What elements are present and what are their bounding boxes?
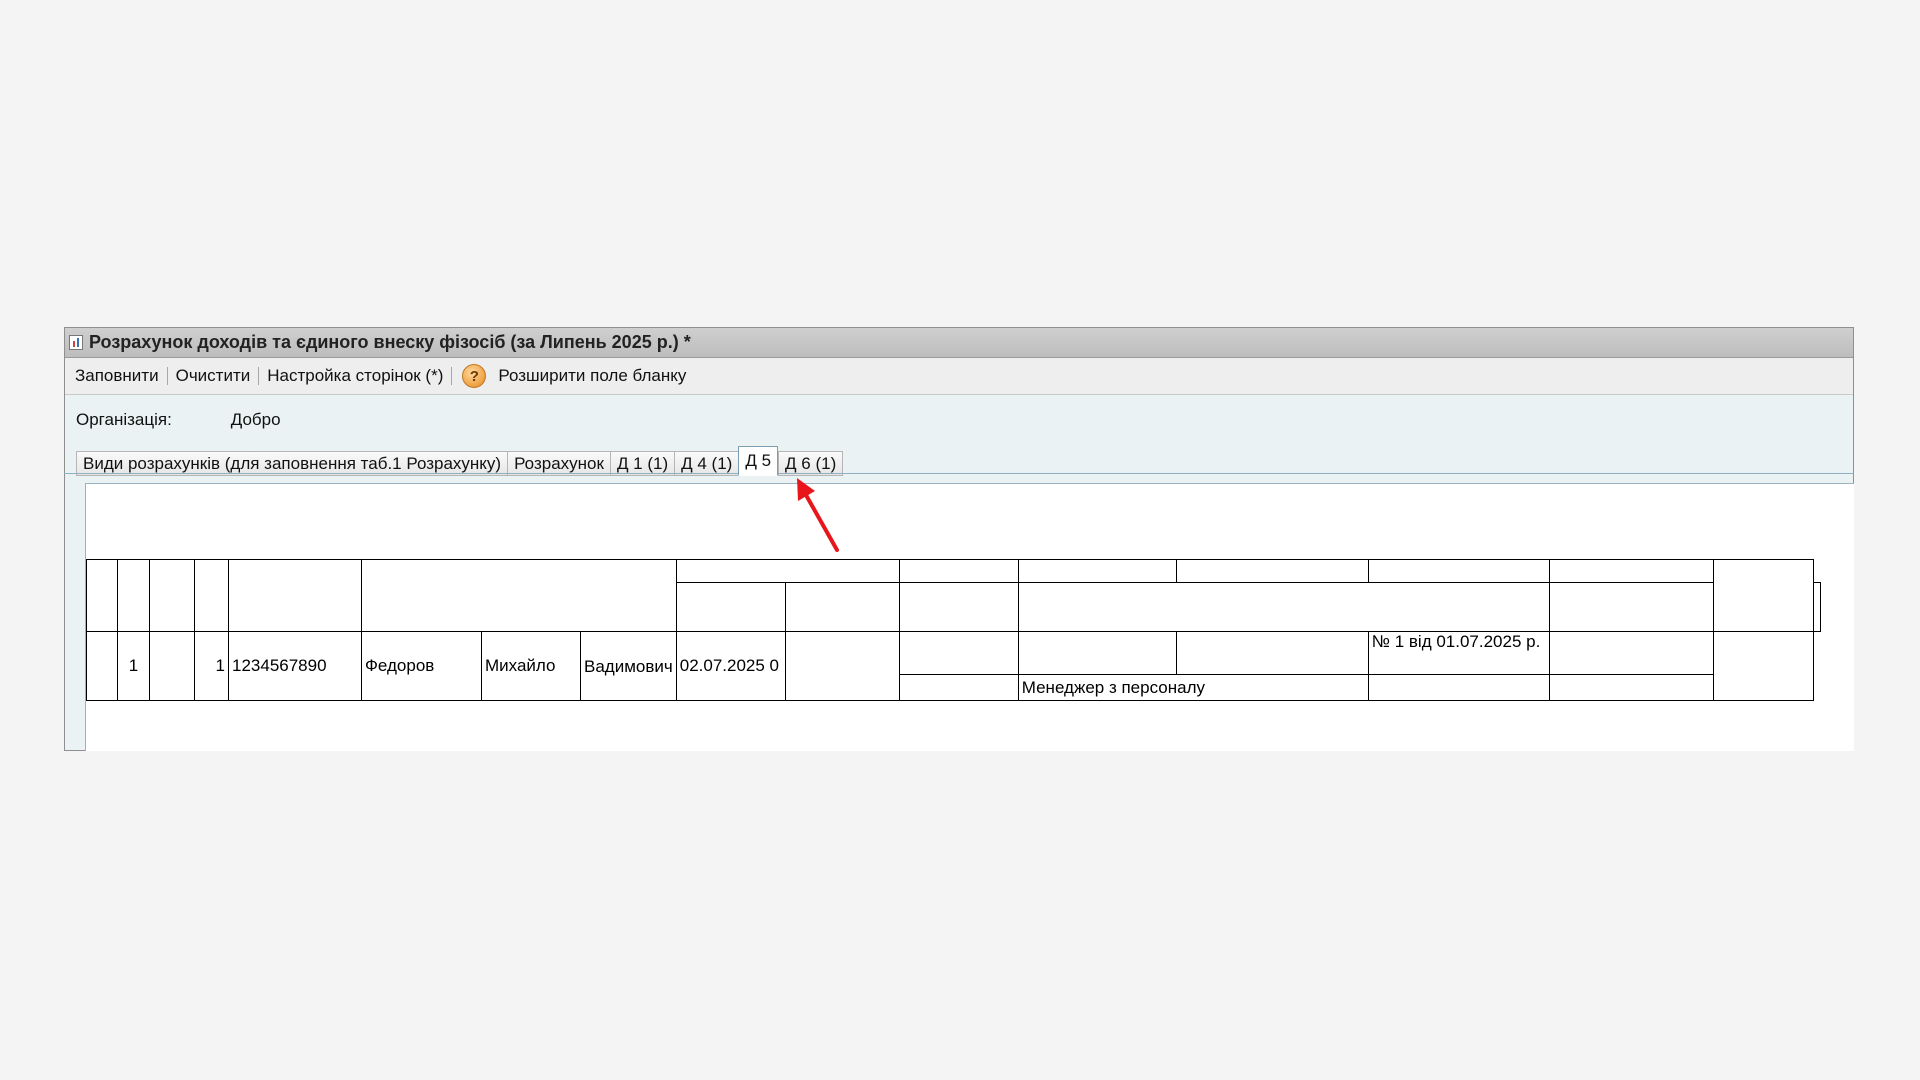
organization-label: Організація:: [76, 410, 172, 429]
help-icon[interactable]: ?: [462, 364, 487, 388]
organization-row: Організація: Добро: [76, 410, 281, 430]
report-icon: [69, 335, 83, 350]
row-number[interactable]: 1: [117, 631, 150, 701]
expand-form-button[interactable]: Розширити поле бланку: [494, 366, 690, 386]
document-cell[interactable]: № 1 від 01.07.2025 р.: [1367, 631, 1550, 675]
tax-id-cell[interactable]: 1234567890: [228, 631, 362, 701]
toolbar-separator: [166, 367, 168, 385]
fill-button[interactable]: Заповнити: [71, 366, 163, 386]
row-number-2[interactable]: 1: [194, 631, 229, 701]
first-name-cell[interactable]: Михайло: [481, 631, 581, 701]
organization-value[interactable]: Добро: [231, 410, 281, 429]
page-setup-button[interactable]: Настройка сторінок (*): [263, 366, 447, 386]
toolbar-separator: [451, 367, 453, 385]
toolbar: Заповнити Очистити Настройка сторінок (*…: [65, 358, 1853, 395]
date-cell[interactable]: 02.07.2025 0: [675, 631, 786, 701]
last-name-cell[interactable]: Федоров: [361, 631, 482, 701]
clear-button[interactable]: Очистити: [172, 366, 255, 386]
toolbar-separator: [258, 367, 260, 385]
table-row: 1 1 1234567890 Федоров Михайло Вадимович…: [86, 631, 1821, 701]
position-cell[interactable]: Менеджер з персоналу: [1017, 674, 1369, 701]
header-row: [86, 559, 1821, 632]
title-bar: Розрахунок доходів та єдиного внеску фіз…: [65, 328, 1853, 358]
d5-form-table: 1 1 1234567890 Федоров Михайло Вадимович…: [86, 559, 1821, 701]
window-title: Розрахунок доходів та єдиного внеску фіз…: [89, 332, 691, 352]
patronymic-cell[interactable]: Вадимович: [580, 631, 677, 701]
tab-strip-line: [64, 473, 1854, 474]
tab-d5[interactable]: Д 5: [738, 446, 779, 476]
tab-bar: Види розрахунків (для заповнення таб.1 Р…: [76, 446, 844, 476]
